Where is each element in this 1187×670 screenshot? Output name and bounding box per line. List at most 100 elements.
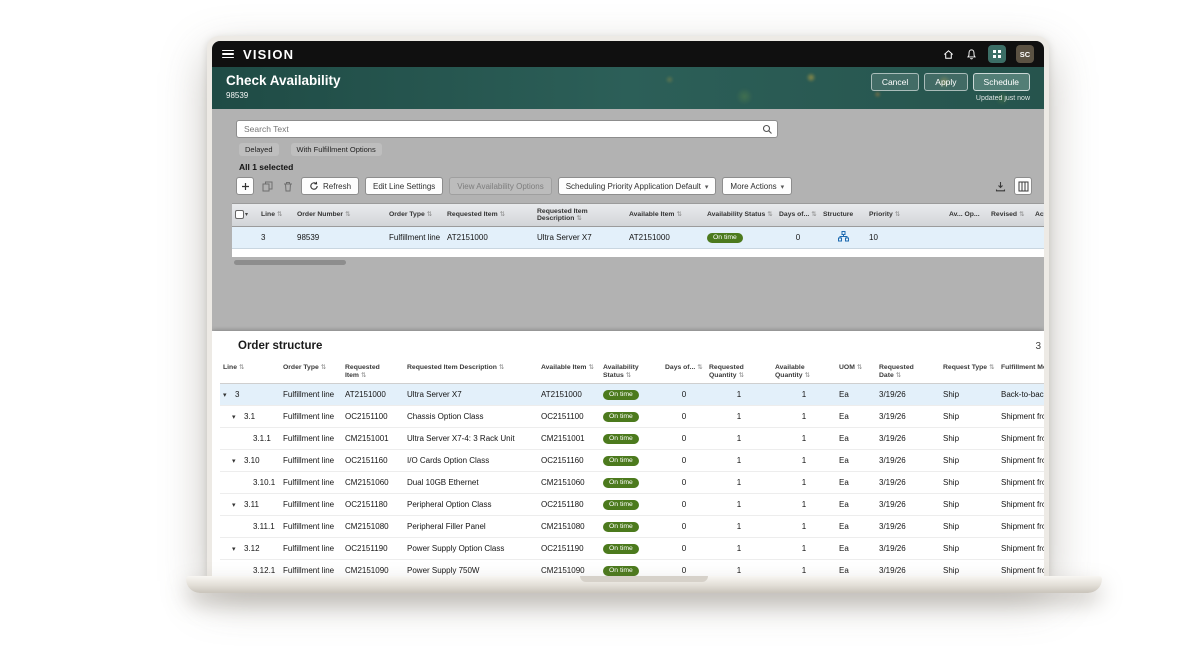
order-structure-row[interactable]: 3.11.1 Fulfillment line CM2151080 Periph…	[220, 516, 1044, 538]
col-available-item[interactable]: Available Item	[538, 364, 600, 372]
cell-days: 0	[662, 544, 706, 553]
col-requested-item-description[interactable]: Requested Item Description	[404, 364, 538, 372]
schedule-button[interactable]: Schedule	[973, 73, 1030, 91]
order-structure-row[interactable]: 3.10.1 Fulfillment line CM2151060 Dual 1…	[220, 472, 1044, 494]
line-number: 3.1	[244, 412, 255, 421]
order-structure-row[interactable]: 3.10 Fulfillment line OC2151160 I/O Card…	[220, 450, 1044, 472]
panel-corner-clipped: 3	[1035, 341, 1041, 352]
expand-arrow-icon[interactable]	[232, 500, 241, 509]
cancel-button[interactable]: Cancel	[871, 73, 919, 91]
sort-icon	[809, 211, 816, 218]
col-line[interactable]: Line	[220, 364, 280, 372]
expand-arrow-icon[interactable]	[232, 412, 241, 421]
line-cell: 3.12	[220, 544, 280, 553]
col-order-type[interactable]: Order Type	[386, 211, 444, 219]
order-structure-row[interactable]: 3.12 Fulfillment line OC2151190 Power Su…	[220, 538, 1044, 560]
select-all-checkbox[interactable]	[232, 210, 258, 220]
cell-request-type: Ship	[940, 456, 998, 465]
cell-available-item: OC2151190	[538, 544, 600, 553]
cell-requested-item-description: Ultra Server X7-4: 3 Rack Unit	[404, 434, 538, 443]
cell-requested-date: 3/19/26	[876, 478, 940, 487]
filter-chip-delayed[interactable]: Delayed	[239, 143, 279, 156]
line-number: 3.11	[244, 500, 259, 509]
user-avatar[interactable]: SC	[1016, 45, 1034, 63]
expand-arrow-icon[interactable]	[232, 456, 241, 465]
col-structure[interactable]: Structure	[820, 211, 866, 219]
col-requested-date[interactable]: Requested Date	[876, 364, 940, 379]
cell-fulfillment-mode: Shipment from...	[998, 544, 1044, 553]
col-requested-quantity[interactable]: Requested Quantity	[706, 364, 772, 379]
cell-requested-quantity: 1	[706, 566, 772, 575]
duplicate-icon[interactable]	[260, 177, 275, 195]
status-badge: On time	[603, 456, 639, 466]
col-av-op[interactable]: Av... Op...	[946, 211, 988, 219]
add-line-button[interactable]	[236, 177, 254, 195]
app-logo: VISION	[243, 47, 294, 62]
cell-requested-item-description: Power Supply Option Class	[404, 544, 538, 553]
view-availability-options-button[interactable]: View Availability Options	[449, 177, 551, 195]
sort-icon	[695, 364, 702, 371]
cell-requested-item: CM2151080	[342, 522, 404, 531]
cell-fulfillment-mode: Shipment from...	[998, 500, 1044, 509]
col-order-type[interactable]: Order Type	[280, 364, 342, 372]
cell-requested-item: OC2151190	[342, 544, 404, 553]
sort-icon	[319, 364, 326, 371]
col-revised[interactable]: Revised	[988, 211, 1032, 219]
app-switcher-icon[interactable]	[988, 45, 1006, 63]
order-structure-row[interactable]: 3.1.1 Fulfillment line CM2151001 Ultra S…	[220, 428, 1044, 450]
order-structure-row[interactable]: 3 Fulfillment line AT2151000 Ultra Serve…	[220, 384, 1044, 406]
search-input[interactable]	[236, 120, 778, 138]
lines-table-row[interactable]: 3 98539 Fulfillment line AT2151000 Ultra…	[232, 227, 1044, 249]
expand-arrow-icon[interactable]	[223, 390, 232, 399]
edit-line-settings-button[interactable]: Edit Line Settings	[365, 177, 443, 195]
col-fulfillment-mode[interactable]: Fulfillment Mo...	[998, 364, 1044, 372]
col-request-type[interactable]: Request Type	[940, 364, 998, 372]
cell-fulfillment-mode: Shipment from...	[998, 434, 1044, 443]
cell-available-quantity: 1	[772, 390, 836, 399]
status-badge: On time	[603, 412, 639, 422]
delete-icon[interactable]	[281, 177, 295, 195]
horizontal-scrollbar[interactable]	[234, 260, 346, 265]
home-icon[interactable]	[942, 48, 955, 61]
more-actions-dropdown[interactable]: More Actions	[722, 177, 792, 195]
col-requested-item[interactable]: Requested Item	[342, 364, 404, 379]
download-icon[interactable]	[993, 177, 1008, 195]
cell-requested-item-description: Chassis Option Class	[404, 412, 538, 421]
lines-workspace: Delayed With Fulfillment Options All 1 s…	[212, 109, 1044, 331]
col-days-of[interactable]: Days of...	[662, 364, 706, 372]
cell-days: 0	[662, 566, 706, 575]
col-requested-item[interactable]: Requested Item	[444, 211, 534, 219]
selection-summary: All 1 selected	[239, 162, 293, 172]
scheduling-priority-dropdown[interactable]: Scheduling Priority Application Default	[558, 177, 717, 195]
col-availability-status[interactable]: Availability Status	[600, 364, 662, 379]
sort-icon	[359, 372, 366, 379]
cell-requested-item-description: Ultra Server X7	[404, 390, 538, 399]
top-app-bar: VISION SC	[212, 41, 1044, 67]
search-icon[interactable]	[762, 122, 773, 140]
expand-arrow-icon[interactable]	[232, 544, 241, 553]
col-available-quantity[interactable]: Available Quantity	[772, 364, 836, 379]
cell-days: 0	[662, 522, 706, 531]
menu-icon[interactable]	[222, 50, 234, 59]
col-days-of[interactable]: Days of...	[776, 211, 820, 219]
col-priority[interactable]: Priority	[866, 211, 946, 219]
sort-icon	[803, 372, 810, 379]
apply-button[interactable]: Apply	[924, 73, 967, 91]
col-available-item[interactable]: Available Item	[626, 211, 704, 219]
cell-available-quantity: 1	[772, 456, 836, 465]
col-requested-item-description[interactable]: Requested Item Description	[534, 208, 626, 223]
order-structure-row[interactable]: 3.1 Fulfillment line OC2151100 Chassis O…	[220, 406, 1044, 428]
col-uom[interactable]: UOM	[836, 364, 876, 372]
col-order-number[interactable]: Order Number	[294, 211, 386, 219]
refresh-button[interactable]: Refresh	[301, 177, 359, 195]
filter-chip-fulfillment-options[interactable]: With Fulfillment Options	[291, 143, 382, 156]
col-availability-status[interactable]: Availability Status	[704, 211, 776, 219]
structure-icon[interactable]	[838, 235, 849, 244]
line-cell: 3	[220, 390, 280, 399]
col-line[interactable]: Line	[258, 211, 294, 219]
notifications-bell-icon[interactable]	[965, 48, 978, 61]
order-structure-row[interactable]: 3.11 Fulfillment line OC2151180 Peripher…	[220, 494, 1044, 516]
sort-icon	[497, 364, 504, 371]
manage-columns-button[interactable]	[1014, 177, 1032, 195]
status-badge: On time	[603, 434, 639, 444]
